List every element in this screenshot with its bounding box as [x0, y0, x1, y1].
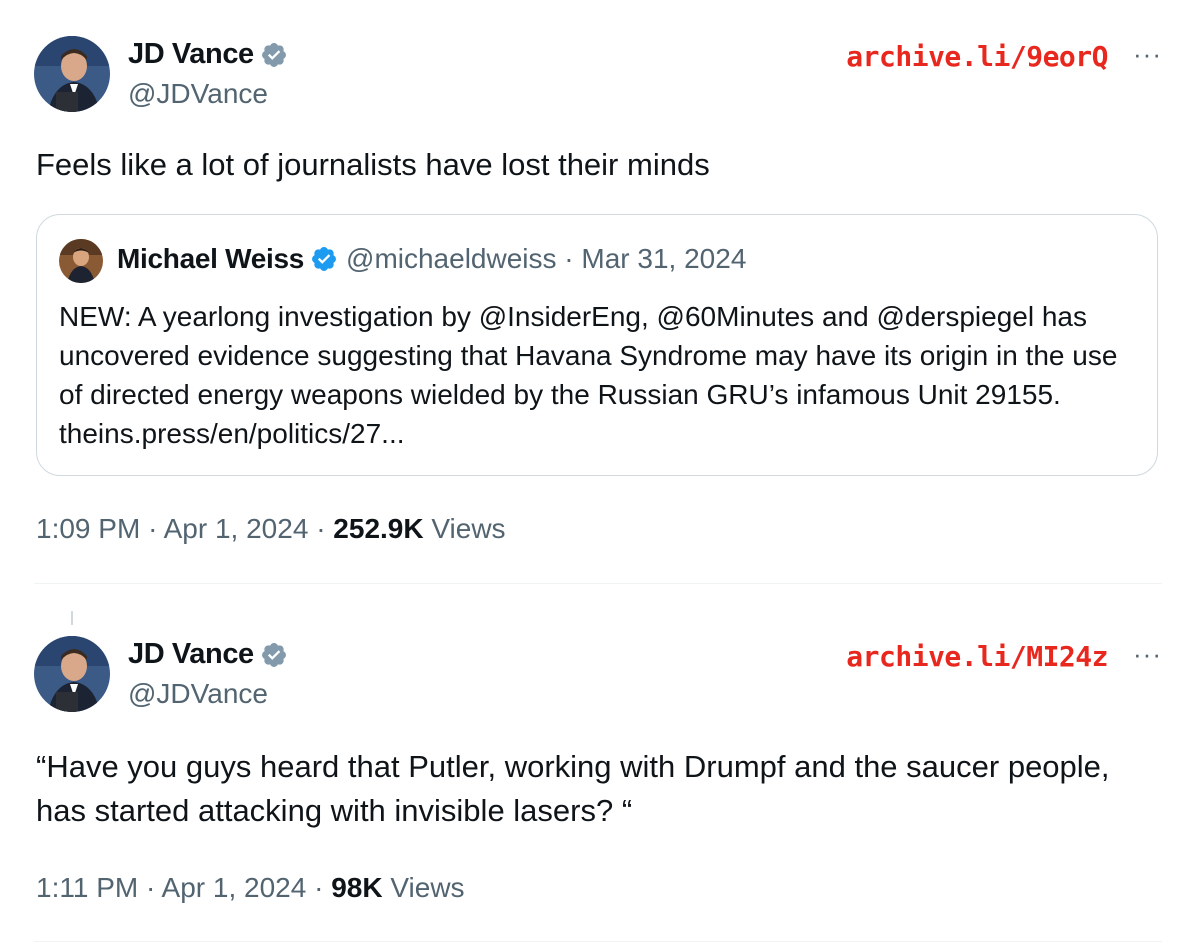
meta-separator: · — [148, 513, 158, 544]
tweet-time[interactable]: 1:11 PM — [36, 872, 138, 903]
verified-badge-icon — [261, 42, 286, 67]
author-name[interactable]: JD Vance — [128, 38, 254, 71]
author-row: JD Vance — [128, 38, 288, 71]
archive-link[interactable]: archive.li/9eorQ — [846, 40, 1108, 73]
quote-text: NEW: A yearlong investigation by @Inside… — [59, 301, 1118, 449]
meta-separator: · — [314, 872, 324, 903]
quote-date[interactable]: Mar 31, 2024 — [581, 243, 746, 275]
divider — [34, 583, 1162, 584]
quote-header: Michael Weiss @michaeldweiss · Mar 31, 2… — [117, 243, 746, 275]
author-row: JD Vance — [128, 638, 288, 671]
more-options-icon[interactable]: ··· — [1133, 41, 1162, 67]
meta-separator: · — [145, 872, 156, 903]
author-handle[interactable]: @JDVance — [128, 678, 268, 710]
quoted-tweet[interactable]: Michael Weiss @michaeldweiss · Mar 31, 2… — [36, 214, 1158, 476]
meta-separator: · — [316, 513, 326, 544]
views-label: Views — [431, 513, 506, 544]
quote-author-name[interactable]: Michael Weiss — [117, 243, 304, 275]
quote-author-handle[interactable]: @michaeldweiss — [346, 243, 557, 275]
tweet-date[interactable]: Apr 1, 2024 — [162, 872, 307, 903]
archive-link[interactable]: archive.li/MI24z — [846, 640, 1108, 673]
more-options-icon[interactable]: ··· — [1133, 641, 1162, 667]
tweet[interactable]: JD Vance @JDVance archive.li/MI24z ··· “… — [0, 600, 1200, 951]
views-count: 98K — [331, 872, 383, 903]
tweet-time[interactable]: 1:09 PM — [36, 513, 140, 544]
author-name[interactable]: JD Vance — [128, 638, 254, 671]
views-label: Views — [390, 872, 465, 903]
avatar[interactable] — [34, 636, 110, 712]
quote-avatar[interactable] — [59, 239, 103, 283]
divider — [34, 941, 1162, 942]
tweet-meta: 1:11 PM · Apr 1, 2024 · 98K Views — [36, 872, 465, 904]
quote-separator: · — [564, 243, 574, 274]
author-handle[interactable]: @JDVance — [128, 78, 268, 110]
avatar[interactable] — [34, 36, 110, 112]
tweet-meta: 1:09 PM · Apr 1, 2024 · 252.9K Views — [36, 513, 506, 545]
tweet-text: “Have you guys heard that Putler, workin… — [36, 749, 1110, 828]
views-count: 252.9K — [333, 513, 424, 544]
tweet-text: Feels like a lot of journalists have los… — [36, 147, 710, 182]
verified-badge-icon — [312, 247, 336, 271]
tweet-date[interactable]: Apr 1, 2024 — [164, 513, 309, 544]
verified-badge-icon — [261, 642, 286, 667]
tweet[interactable]: JD Vance @JDVance archive.li/9eorQ ··· F… — [0, 0, 1200, 590]
